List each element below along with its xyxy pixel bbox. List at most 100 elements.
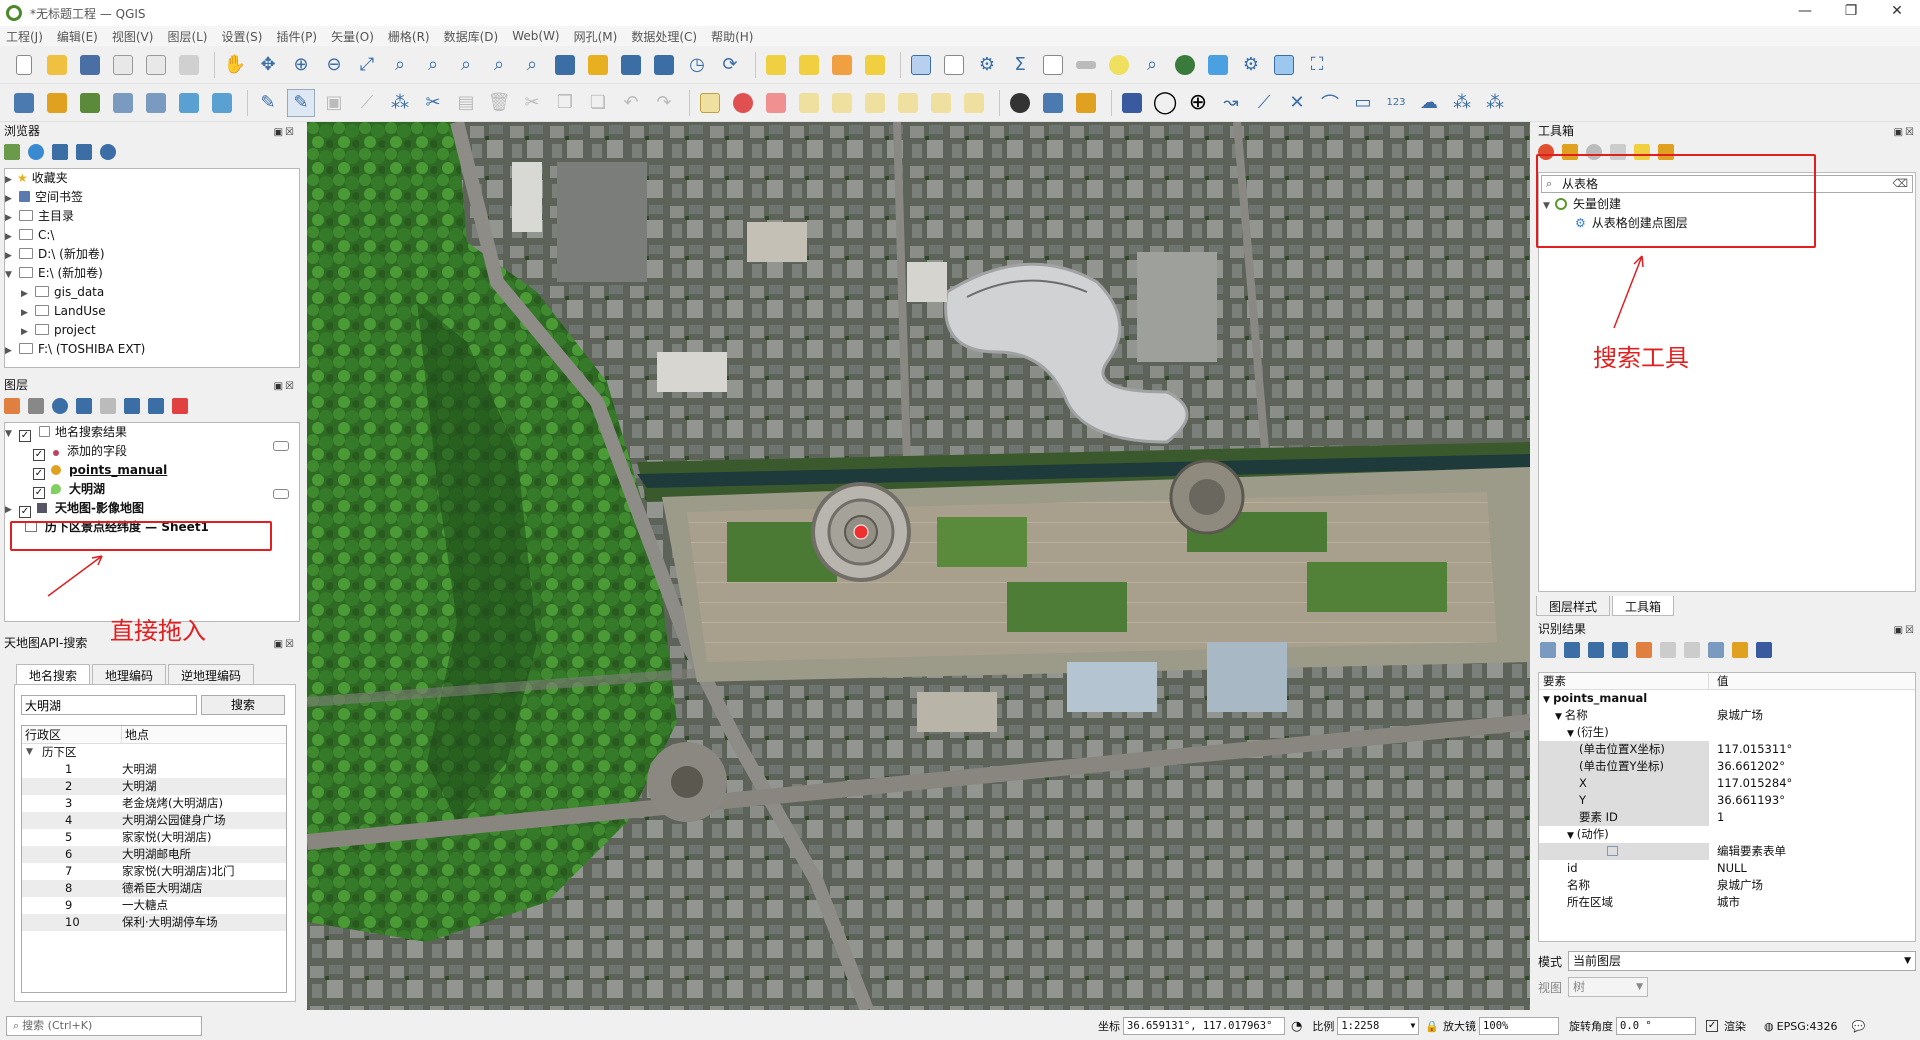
- identify-settings-icon[interactable]: [1732, 642, 1748, 658]
- identify-row[interactable]: (单击位置Y坐标) 36.661202°: [1539, 758, 1915, 775]
- table-row[interactable]: 9 一大糖点: [22, 897, 286, 914]
- print-icon[interactable]: [1684, 642, 1700, 658]
- checkbox[interactable]: ✓: [33, 487, 45, 499]
- text-annotation-icon[interactable]: ⌕: [1138, 51, 1166, 79]
- circle-tool-icon[interactable]: ◯: [1151, 89, 1179, 117]
- expand-new-icon[interactable]: [1612, 642, 1628, 658]
- browser-item-bookmarks[interactable]: ▶ 空间书签: [5, 188, 299, 207]
- close-button[interactable]: ✕: [1874, 0, 1920, 26]
- checkbox[interactable]: ✓: [19, 430, 31, 442]
- table-row[interactable]: 5 家家悦(大明湖店): [22, 829, 286, 846]
- label-highlight-icon[interactable]: [762, 89, 790, 117]
- help-icon[interactable]: [1118, 89, 1146, 117]
- layer-style-icon[interactable]: [4, 398, 20, 414]
- collapse-tree-icon[interactable]: [1588, 642, 1604, 658]
- menu-settings[interactable]: 设置(S): [222, 28, 263, 45]
- cloud-tool-icon[interactable]: ☁: [1415, 89, 1443, 117]
- menu-view[interactable]: 视图(V): [112, 28, 154, 45]
- table-row[interactable]: 2 大明湖: [22, 778, 286, 795]
- menu-plugins[interactable]: 插件(P): [276, 28, 317, 45]
- identify-row[interactable]: 要素 ID 1: [1539, 809, 1915, 826]
- table-row[interactable]: 4 大明湖公园健身广场: [22, 812, 286, 829]
- identify-icon[interactable]: [907, 51, 935, 79]
- browser-item-f-drive[interactable]: ▶ F:\ (TOSHIBA EXT): [5, 340, 299, 359]
- virtual-field-icon[interactable]: [208, 89, 236, 117]
- clear-results-icon[interactable]: [1636, 642, 1652, 658]
- expand-all-icon[interactable]: [124, 398, 140, 414]
- layer-daminghu[interactable]: ✓ 大明湖: [5, 480, 299, 499]
- modify-attributes-icon[interactable]: ▤: [452, 89, 480, 117]
- table-row[interactable]: 6 大明湖邮电所: [22, 846, 286, 863]
- menu-vector[interactable]: 矢量(O): [331, 28, 374, 45]
- identify-row[interactable]: X 117.015284°: [1539, 775, 1915, 792]
- tab-toolbox[interactable]: 工具箱: [1612, 596, 1675, 616]
- style-manager-icon[interactable]: [175, 51, 203, 79]
- view-select[interactable]: 树 ▼: [1568, 977, 1648, 997]
- expand-arrow-icon[interactable]: ▼: [1543, 695, 1553, 705]
- layer-group-search-results[interactable]: ▼ ✓ 地名搜索结果: [5, 423, 299, 442]
- delete-selected-icon[interactable]: 🗑: [485, 89, 513, 117]
- cut-features-icon[interactable]: ✂: [518, 89, 546, 117]
- select-by-value-icon[interactable]: [795, 51, 823, 79]
- locator-search-input[interactable]: ⌕ 搜索 (Ctrl+K): [6, 1016, 202, 1036]
- menu-edit[interactable]: 编辑(E): [57, 28, 98, 45]
- label-properties-icon[interactable]: [960, 89, 988, 117]
- minimize-button[interactable]: —: [1782, 0, 1828, 26]
- pan-to-selection-icon[interactable]: ✥: [254, 51, 282, 79]
- column-header-feature[interactable]: 要素: [1539, 673, 1709, 689]
- rotation-spinbox[interactable]: 0.0 °: [1616, 1017, 1697, 1035]
- redo-icon[interactable]: ↷: [650, 89, 678, 117]
- data-source-manager-icon[interactable]: [10, 89, 38, 117]
- undo-icon[interactable]: ↶: [617, 89, 645, 117]
- copy-features-icon[interactable]: ❐: [551, 89, 579, 117]
- identify-row[interactable]: ▼ points_manual: [1539, 690, 1915, 707]
- curve-tool-icon[interactable]: ↝: [1217, 89, 1245, 117]
- properties-info-icon[interactable]: [100, 144, 116, 160]
- column-header-value[interactable]: 值: [1709, 673, 1915, 689]
- select-features-icon[interactable]: [762, 51, 790, 79]
- numbering-icon[interactable]: 123: [1382, 89, 1410, 117]
- identify-row[interactable]: ▼ (衍生): [1539, 724, 1915, 741]
- plugin-bee-icon[interactable]: [1006, 89, 1034, 117]
- scale-select[interactable]: 1:2258 ▼: [1337, 1017, 1420, 1035]
- ruler-icon[interactable]: ▭: [1349, 89, 1377, 117]
- statistics-sigma-icon[interactable]: Σ: [1006, 51, 1034, 79]
- vertex-tool-icon[interactable]: ✂: [419, 89, 447, 117]
- zoom-in-icon[interactable]: ⊕: [287, 51, 315, 79]
- refresh-icon[interactable]: ⟳: [716, 51, 744, 79]
- save-project-icon[interactable]: [76, 51, 104, 79]
- rotate-label-icon[interactable]: [894, 89, 922, 117]
- manage-visibility-eye-icon[interactable]: [52, 398, 68, 414]
- zoom-layer-icon[interactable]: ⌕: [419, 51, 447, 79]
- attribute-table-icon[interactable]: [940, 51, 968, 79]
- refresh-browser-icon[interactable]: [28, 144, 44, 160]
- checkbox[interactable]: ✓: [33, 468, 45, 480]
- diagram-icon[interactable]: [729, 89, 757, 117]
- menu-raster[interactable]: 栅格(R): [388, 28, 430, 45]
- table-row[interactable]: 1 大明湖: [22, 761, 286, 778]
- add-group-icon[interactable]: [28, 398, 44, 414]
- move-label-icon[interactable]: [861, 89, 889, 117]
- checkbox[interactable]: ✓: [33, 449, 45, 461]
- table-row[interactable]: 10 保利·大明湖停车场: [22, 914, 286, 931]
- plugin-map-icon[interactable]: [1072, 89, 1100, 117]
- identify-row[interactable]: id NULL: [1539, 860, 1915, 877]
- layer-tianditu-imagery[interactable]: ▶ ✓ 天地图-影像地图: [5, 499, 299, 518]
- new-geopackage-icon[interactable]: [43, 89, 71, 117]
- crosshair-icon[interactable]: ⊕: [1184, 89, 1212, 117]
- zoom-out-icon[interactable]: ⊖: [320, 51, 348, 79]
- expand-tree-icon[interactable]: [1564, 642, 1580, 658]
- pan-icon[interactable]: ✋: [221, 51, 249, 79]
- topology-icon[interactable]: ⁂: [1481, 89, 1509, 117]
- column-header-district[interactable]: 行政区: [22, 726, 122, 743]
- add-point-icon[interactable]: ⁂: [386, 89, 414, 117]
- map-canvas[interactable]: [307, 122, 1530, 1010]
- crs-button[interactable]: EPSG:4326: [1777, 1020, 1838, 1033]
- collapse-all-icon[interactable]: [148, 398, 164, 414]
- show-hide-label-icon[interactable]: [828, 89, 856, 117]
- browser-item-gis-data[interactable]: ▶ gis_data: [5, 283, 299, 302]
- menu-help[interactable]: 帮助(H): [711, 28, 753, 45]
- identify-row[interactable]: ▼ 名称 泉城广场: [1539, 707, 1915, 724]
- table-row[interactable]: 3 老金烧烤(大明湖店): [22, 795, 286, 812]
- expand-arrow-icon[interactable]: ▼: [1555, 712, 1565, 722]
